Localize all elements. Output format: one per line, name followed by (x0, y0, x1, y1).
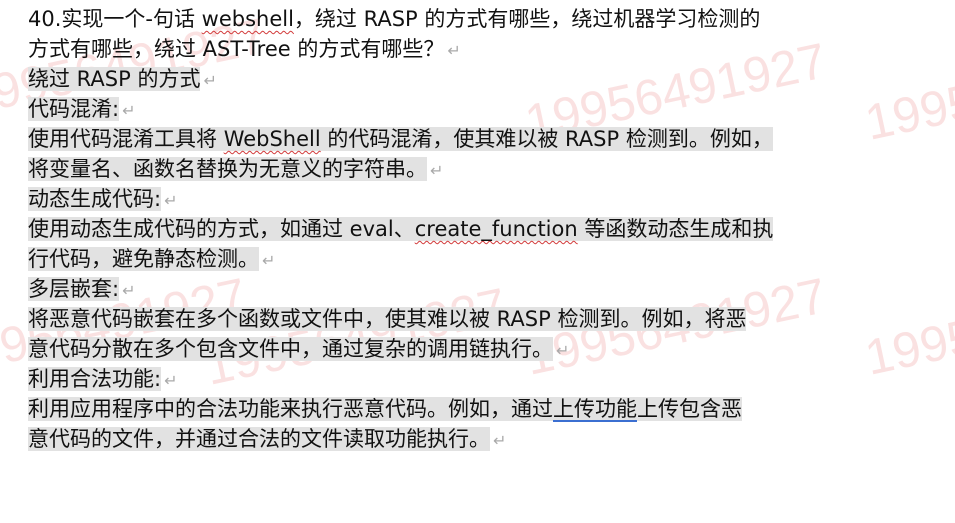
item-heading: 代码混淆: ↵ (28, 97, 136, 121)
item-body-line-1: 使用动态生成代码的方式，如通过 eval、create_function 等函数… (28, 217, 774, 241)
spellcheck-word: webshell (201, 7, 294, 31)
item-body-line-1: 使用代码混淆工具将 WebShell 的代码混淆，使其难以被 RASP 检测到。… (28, 127, 773, 151)
section-title: 绕过 RASP 的方式 ↵ (28, 67, 217, 91)
item-body-line-2: 将变量名、函数名替换为无意义的字符串。 ↵ (28, 157, 444, 181)
question-line-1: 40.实现一个-句话 webshell，绕过 RASP 的方式有哪些，绕过机器学… (28, 7, 761, 31)
paragraph-mark-icon: ↵ (164, 191, 178, 210)
document-body: 40.实现一个-句话 webshell，绕过 RASP 的方式有哪些，绕过机器学… (28, 4, 928, 454)
item-heading: 利用合法功能: ↵ (28, 367, 178, 391)
paragraph-mark-icon: ↵ (430, 161, 444, 180)
paragraph-mark-icon: ↵ (556, 341, 570, 360)
paragraph-mark-icon: ↵ (122, 281, 136, 300)
item-body-line-1: 利用应用程序中的合法功能来执行恶意代码。例如，通过上传功能上传包含恶 (28, 397, 742, 421)
item-body-line-2: 意代码分散在多个包含文件中，通过复杂的调用链执行。 ↵ (28, 337, 570, 361)
item-body-line-2: 意代码的文件，并通过合法的文件读取功能执行。 ↵ (28, 427, 507, 451)
question-line-2: 方式有哪些，绕过 AST-Tree 的方式有哪些？ ↵ (28, 37, 461, 61)
spellcheck-word: create_function (414, 217, 578, 241)
paragraph-mark-icon: ↵ (203, 71, 217, 90)
item-body-line-2: 行代码，避免静态检测。 ↵ (28, 247, 276, 271)
item-heading: 多层嵌套: ↵ (28, 277, 136, 301)
paragraph-mark-icon: ↵ (122, 101, 136, 120)
item-heading: 动态生成代码: ↵ (28, 187, 178, 211)
paragraph-mark-icon: ↵ (447, 41, 461, 60)
grammar-underlined-word: 上传功能 (553, 397, 637, 421)
paragraph-mark-icon: ↵ (493, 431, 507, 450)
paragraph-mark-icon: ↵ (262, 251, 276, 270)
spellcheck-word: WebShell (223, 127, 321, 151)
item-body-line-1: 将恶意代码嵌套在多个函数或文件中，使其难以被 RASP 检测到。例如，将恶 (28, 307, 747, 331)
paragraph-mark-icon: ↵ (164, 371, 178, 390)
